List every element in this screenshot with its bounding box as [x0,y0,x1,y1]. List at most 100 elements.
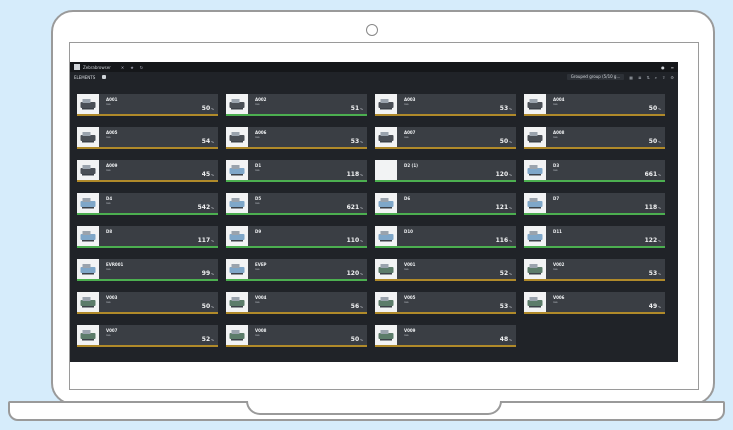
tile-card[interactable]: A004 res 50% [524,94,665,116]
filter-toggle[interactable] [102,75,107,79]
tile-name: D9 [255,229,262,234]
tile-card[interactable]: EVEP res 120% [226,259,367,281]
tile-thumbnail [77,226,99,246]
tile-card[interactable]: D2 (1) 120% [375,160,516,182]
tile-card[interactable]: D4 res 542% [77,193,218,215]
tile-card[interactable]: V002 res 53% [524,259,665,281]
tile-card[interactable]: A006 res 53% [226,127,367,149]
tile-subtitle: res [255,300,260,304]
tile-subtitle: res [106,267,111,271]
tile-value-unit: % [211,107,214,111]
tile-thumbnail [77,160,99,180]
tile-subtitle: res [255,168,260,172]
laptop-notch [246,401,502,415]
window-title: Zebrabrowser [83,64,111,70]
sort-icon[interactable]: ⇅ [646,75,649,80]
tile-card[interactable]: D8 117% [77,226,218,248]
tile-value: 621% [347,204,363,211]
tile-value-number: 50 [350,336,360,343]
tile-card[interactable]: D6 121% [375,193,516,215]
tile-card[interactable]: V004 res 56% [226,292,367,314]
tile-card[interactable]: D1 res 118% [226,160,367,182]
tile-thumbnail [226,259,248,279]
tile-card[interactable]: D5 res 621% [226,193,367,215]
settings-icon[interactable]: ⚙ [670,75,674,80]
toolbar: ELEMENTS Grouped group (5/10 g... ▦ ≣ ⇅ … [70,72,678,82]
tile-card[interactable]: A009 res 45% [77,160,218,182]
tile-thumbnail [375,259,397,279]
tile-value-number: 52 [499,270,509,277]
tile-value: 118% [347,171,363,178]
tile-value: 121% [496,204,512,211]
tile-card[interactable]: V003 res 50% [77,292,218,314]
toolbar-right: Grouped group (5/10 g... ▦ ≣ ⇅ ⌕ ⇪ ⚙ [566,74,674,80]
tile-subtitle: res [255,201,260,205]
tile-card[interactable]: D9 110% [226,226,367,248]
tile-thumbnail [524,259,546,279]
menu-icon[interactable]: ≡ [671,65,674,70]
tile-subtitle: res [553,267,558,271]
tile-value-unit: % [211,239,214,243]
tile-value-number: 56 [350,303,360,310]
tile-card[interactable]: A003 res 53% [375,94,516,116]
tile-thumbnail [226,292,248,312]
tile-card[interactable]: A007 res 50% [375,127,516,149]
tile-value-number: 54 [201,138,211,145]
tile-card[interactable]: A001 res 50% [77,94,218,116]
tile-card[interactable]: D11 122% [524,226,665,248]
tile-subtitle: res [404,267,409,271]
tile-value-number: 45 [201,171,211,178]
tile-value-unit: % [509,206,512,210]
tile-card[interactable]: V007 res 52% [77,325,218,347]
tile-card[interactable]: D7 118% [524,193,665,215]
tile-subtitle: res [404,333,409,337]
tile-card[interactable]: V005 res 53% [375,292,516,314]
tile-value: 48% [500,336,512,343]
group-select[interactable]: Grouped group (5/10 g... [566,74,625,80]
export-icon[interactable]: ⇪ [662,75,665,80]
tile-value-number: 117 [197,237,211,244]
tile-card[interactable]: D10 116% [375,226,516,248]
tile-thumbnail [375,127,397,147]
tile-card[interactable]: V009 res 48% [375,325,516,347]
tile-thumbnail [375,226,397,246]
tile-value-unit: % [360,305,363,309]
star-icon[interactable]: ★ [130,65,134,70]
tile-value: 50% [649,138,661,145]
tile-value: 122% [645,237,661,244]
tile-thumbnail [226,160,248,180]
tile-thumbnail [77,94,99,114]
tile-card[interactable]: A002 res 51% [226,94,367,116]
tile-value-number: 50 [648,105,658,112]
tile-thumbnail [77,325,99,345]
bell-icon[interactable]: ● [661,65,665,70]
tile-card[interactable]: A008 res 50% [524,127,665,149]
grid-view-icon[interactable]: ▦ [629,75,633,80]
tile-value-unit: % [509,140,512,144]
tile-value-unit: % [658,272,661,276]
tile-thumbnail [226,94,248,114]
tile-name: D2 (1) [404,163,418,168]
tile-value: 45% [202,171,214,178]
tile-card[interactable]: V006 res 49% [524,292,665,314]
tile-card[interactable]: V001 res 52% [375,259,516,281]
list-view-icon[interactable]: ≣ [638,75,641,80]
tile-thumbnail [226,325,248,345]
tile-value-unit: % [658,239,661,243]
tile-card[interactable]: A005 res 54% [77,127,218,149]
refresh-icon[interactable]: ↻ [140,65,143,70]
tile-card[interactable]: EVR001 res 99% [77,259,218,281]
tile-value-number: 50 [201,105,211,112]
close-tab-icon[interactable]: ✕ [121,65,124,70]
tile-value-unit: % [658,206,661,210]
tile-subtitle: res [255,135,260,139]
tile-subtitle: res [255,267,260,271]
tile-card[interactable]: D3 res 661% [524,160,665,182]
tile-value-unit: % [509,338,512,342]
tile-card[interactable]: V008 res 50% [226,325,367,347]
tile-thumbnail [77,127,99,147]
tile-value: 50% [202,303,214,310]
tile-value-number: 621 [346,204,360,211]
tile-value-unit: % [658,173,661,177]
filter-icon[interactable]: ⌕ [655,75,657,80]
